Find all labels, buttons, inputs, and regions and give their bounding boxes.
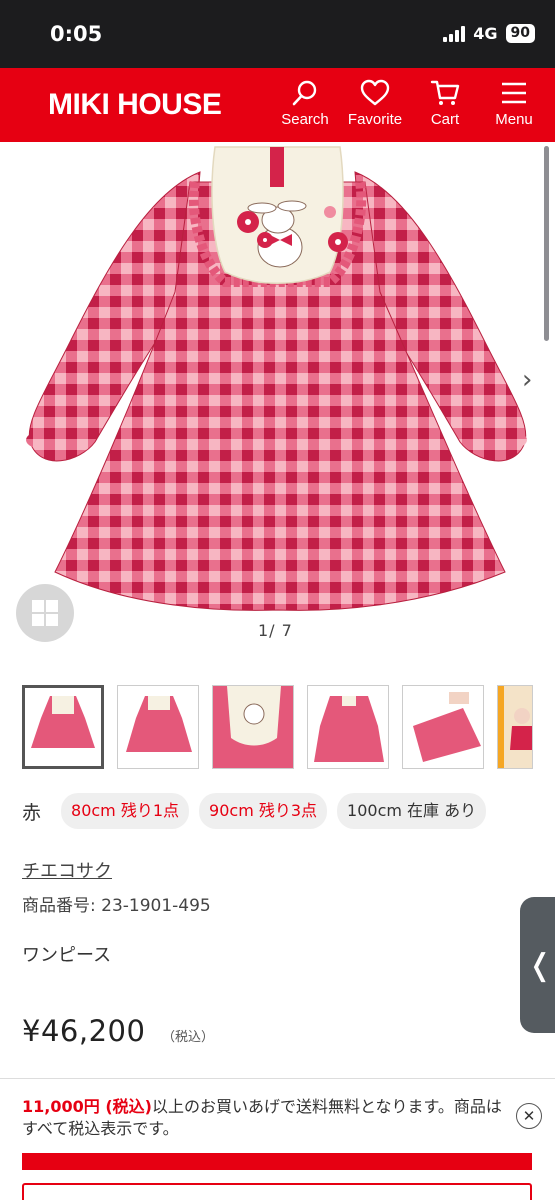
size-option[interactable]: 80cm 残り1点 — [61, 793, 190, 829]
nav-cart-button[interactable]: Cart — [410, 78, 480, 128]
shipping-message: 11,000円 (税込)以上のお買いあげで送料無料となります。商品はすべて税込表… — [22, 1096, 504, 1140]
grid-view-button[interactable] — [16, 584, 74, 642]
close-banner-button[interactable]: ✕ — [516, 1103, 542, 1129]
cart-icon — [430, 80, 460, 105]
product-category: ワンピース — [22, 945, 112, 966]
side-drawer-tab[interactable]: ❬ — [520, 897, 555, 1033]
signal-icon — [443, 25, 466, 42]
tax-note: （税込） — [162, 1030, 215, 1045]
color-label: 赤 — [22, 801, 42, 824]
chevron-left-icon: ❬ — [527, 947, 553, 983]
product-price: ¥46,200 — [22, 1014, 146, 1048]
thumbnail[interactable] — [402, 685, 484, 769]
page-scrollbar[interactable] — [544, 146, 549, 341]
thumbnail[interactable] — [212, 685, 294, 769]
product-dress-image — [26, 146, 527, 611]
heart-icon — [360, 79, 390, 106]
nav-menu-label: Menu — [495, 111, 533, 128]
size-option[interactable]: 100cm 在庫 あり — [337, 793, 487, 829]
thumbnail-strip — [22, 685, 533, 769]
size-selector: 赤 80cm 残り1点 90cm 残り3点 100cm 在庫 あり — [22, 793, 487, 829]
brand-link[interactable]: チエコサク — [22, 857, 112, 883]
product-image-gallery[interactable] — [0, 142, 555, 662]
image-counter: 1/ 7 — [258, 621, 293, 640]
thumbnail[interactable] — [307, 685, 389, 769]
size-option[interactable]: 90cm 残り3点 — [199, 793, 328, 829]
thumbnail[interactable] — [22, 685, 104, 769]
grid-icon — [32, 600, 58, 626]
status-time: 0:05 — [50, 22, 103, 46]
search-icon — [292, 80, 317, 106]
thumbnail[interactable] — [117, 685, 199, 769]
status-indicators: 4G 90 — [443, 24, 535, 43]
battery-icon: 90 — [505, 24, 535, 43]
miki-house-logo[interactable]: MIKI HOUSE — [48, 88, 222, 122]
site-header: MIKI HOUSE Search Favorite Cart Menu — [0, 68, 555, 142]
status-bar: 0:05 4G 90 — [0, 0, 555, 68]
product-number: 商品番号: 23-1901-495 — [22, 896, 211, 916]
close-icon: ✕ — [522, 1107, 536, 1125]
network-type: 4G — [473, 24, 498, 43]
nav-favorite-label: Favorite — [347, 111, 403, 128]
nav-search-button[interactable]: Search — [270, 78, 340, 128]
nav-search-label: Search — [281, 111, 329, 128]
secondary-action-button[interactable] — [22, 1183, 532, 1200]
thumbnail[interactable] — [497, 685, 533, 769]
add-to-cart-button[interactable] — [22, 1153, 532, 1170]
chevron-right-icon[interactable]: › — [522, 365, 532, 395]
nav-favorite-button[interactable]: Favorite — [340, 78, 410, 128]
shipping-threshold: 11,000円 (税込) — [22, 1097, 152, 1116]
hamburger-icon — [502, 82, 526, 104]
shipping-banner: 11,000円 (税込)以上のお買いあげで送料無料となります。商品はすべて税込表… — [0, 1078, 555, 1200]
nav-menu-button[interactable]: Menu — [479, 78, 549, 128]
nav-cart-label: Cart — [430, 111, 460, 128]
